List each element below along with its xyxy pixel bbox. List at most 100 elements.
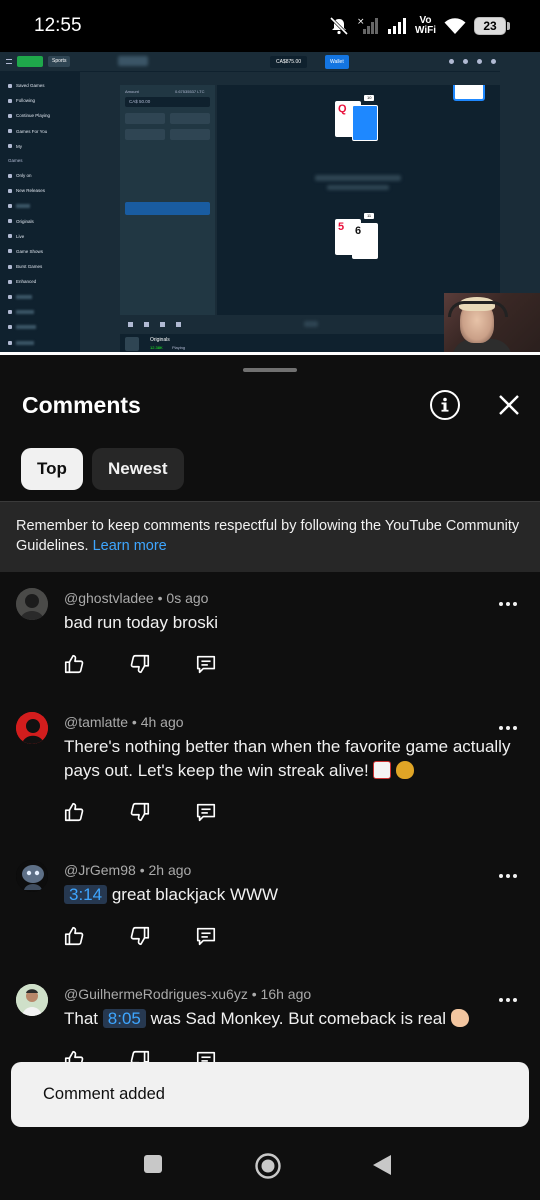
sidebar-label: Game Shows xyxy=(16,248,44,254)
avatar[interactable] xyxy=(16,860,48,892)
dot xyxy=(506,998,510,1002)
sports-tab: Sports xyxy=(48,56,71,67)
amount-input: CA$ 50.00 xyxy=(125,97,210,107)
amount-currency: CA$ 50.00 xyxy=(129,99,151,104)
sidebar-item-continue: Continue Playing xyxy=(0,108,80,123)
back-button[interactable] xyxy=(372,1154,392,1176)
comment-body: 3:14 great blackjack WWW xyxy=(64,883,514,907)
info-button[interactable] xyxy=(430,390,460,420)
signal-icon xyxy=(387,16,407,36)
stream-sidebar: Saved Games Following Continue Playing G… xyxy=(0,72,80,355)
reply-button[interactable] xyxy=(194,924,218,948)
card-deck xyxy=(453,85,485,101)
avatar[interactable] xyxy=(16,712,48,744)
user-icon xyxy=(463,59,468,64)
sidebar-item-blurred-3 xyxy=(0,305,80,320)
comment-meta: @tamlatte • 4h ago xyxy=(64,714,184,730)
menu-icon xyxy=(6,59,12,64)
streamer-webcam xyxy=(444,293,540,355)
comment-author[interactable]: @tamlatte xyxy=(64,714,128,730)
battery-icon: 23 xyxy=(474,17,510,35)
avatar-image xyxy=(16,712,48,744)
avatar-image xyxy=(16,860,48,892)
meta-separator: • xyxy=(251,986,257,1002)
clock: 12:55 xyxy=(34,15,82,36)
flexed-biceps-emoji xyxy=(450,1009,469,1027)
comment-author[interactable]: @JrGem98 xyxy=(64,862,136,878)
tab-top[interactable]: Top xyxy=(21,448,83,490)
balance-display: CA$875.00 xyxy=(270,56,308,68)
amount-label: Amount xyxy=(125,89,139,94)
sidebar-item-live: Live xyxy=(0,229,80,244)
meta-separator: • xyxy=(157,590,163,606)
game-icon xyxy=(8,325,12,330)
battery-level: 23 xyxy=(474,17,506,35)
bolt-icon xyxy=(8,279,12,284)
status-icons: × Vo WiFi 23 xyxy=(329,16,510,36)
reply-button[interactable] xyxy=(194,652,218,676)
notice-text: Remember to keep comments respectful by … xyxy=(16,518,520,554)
system-nav-bar xyxy=(0,1130,540,1200)
blurred-label xyxy=(16,203,30,208)
dot xyxy=(513,726,517,730)
comment-meta: @GuilhermeRodrigues-xu6yz • 16h ago xyxy=(64,986,311,1002)
heart-icon xyxy=(8,98,12,103)
reply-button[interactable] xyxy=(194,800,218,824)
playing-cards-emoji xyxy=(373,761,392,779)
microphone-icon xyxy=(8,249,12,254)
video-progress-bar[interactable] xyxy=(0,352,540,355)
dislike-button[interactable] xyxy=(128,652,152,676)
sidebar-label: Following xyxy=(16,98,36,104)
sidebar-item-blurred-2 xyxy=(0,289,80,304)
video-timestamp-link[interactable]: 8:05 xyxy=(102,1009,146,1028)
info-icon xyxy=(441,397,449,412)
close-icon xyxy=(499,395,519,415)
comment-meta: @JrGem98 • 2h ago xyxy=(64,862,191,878)
comment-author[interactable]: @GuilhermeRodrigues-xu6yz xyxy=(64,986,248,1002)
dot xyxy=(499,998,503,1002)
sidebar-label: Live xyxy=(16,233,25,239)
reply-icon xyxy=(196,803,216,822)
sidebar-item-new-releases: New Releases xyxy=(0,183,80,198)
sidebar-item-blurred-4 xyxy=(0,320,80,335)
sidebar-label: Saved Games xyxy=(16,83,45,89)
home-button[interactable] xyxy=(254,1152,282,1180)
comment-actions xyxy=(62,924,218,948)
avatar[interactable] xyxy=(16,588,48,620)
avatar[interactable] xyxy=(16,984,48,1016)
like-button[interactable] xyxy=(62,924,86,948)
mute-icon xyxy=(329,16,349,36)
comment-text-after: was Sad Monkey. But comeback is real xyxy=(150,1009,447,1028)
sidebar-item-enhanced: Enhanced xyxy=(0,274,80,289)
comment-text: There's nothing better than when the fav… xyxy=(64,737,511,780)
learn-more-link[interactable]: Learn more xyxy=(93,538,167,554)
player-score: 11 xyxy=(364,213,375,219)
dislike-button[interactable] xyxy=(128,800,152,824)
like-button[interactable] xyxy=(62,800,86,824)
comment-author[interactable]: @ghostvladee xyxy=(64,590,154,606)
dot xyxy=(499,602,503,606)
tab-newest[interactable]: Newest xyxy=(92,448,184,490)
comment-actions xyxy=(62,652,218,676)
reply-icon xyxy=(196,927,216,946)
site-logo xyxy=(118,56,148,66)
sidebar-label: Only on xyxy=(16,173,32,179)
recents-button[interactable] xyxy=(143,1154,163,1174)
community-guidelines-notice: Remember to keep comments respectful by … xyxy=(0,501,540,572)
dot xyxy=(513,874,517,878)
thumbs-down-icon xyxy=(130,926,150,946)
bookmark-icon xyxy=(8,83,12,88)
close-button[interactable] xyxy=(494,390,524,420)
snackbar-toast: Comment added xyxy=(11,1062,529,1127)
comment-meta: @ghostvladee • 0s ago xyxy=(64,590,208,606)
brand-mark xyxy=(304,321,318,327)
comment-age: 4h ago xyxy=(140,714,184,730)
drag-handle[interactable] xyxy=(243,368,297,372)
search-icon xyxy=(449,59,454,64)
amount-value: 0.67535537 LTC xyxy=(175,89,205,94)
hit-button xyxy=(125,113,165,124)
like-button[interactable] xyxy=(62,652,86,676)
video-player[interactable]: Sports CA$875.00 Wallet Saved Games Foll… xyxy=(0,52,540,355)
video-timestamp-link[interactable]: 3:14 xyxy=(64,885,108,904)
dislike-button[interactable] xyxy=(128,924,152,948)
